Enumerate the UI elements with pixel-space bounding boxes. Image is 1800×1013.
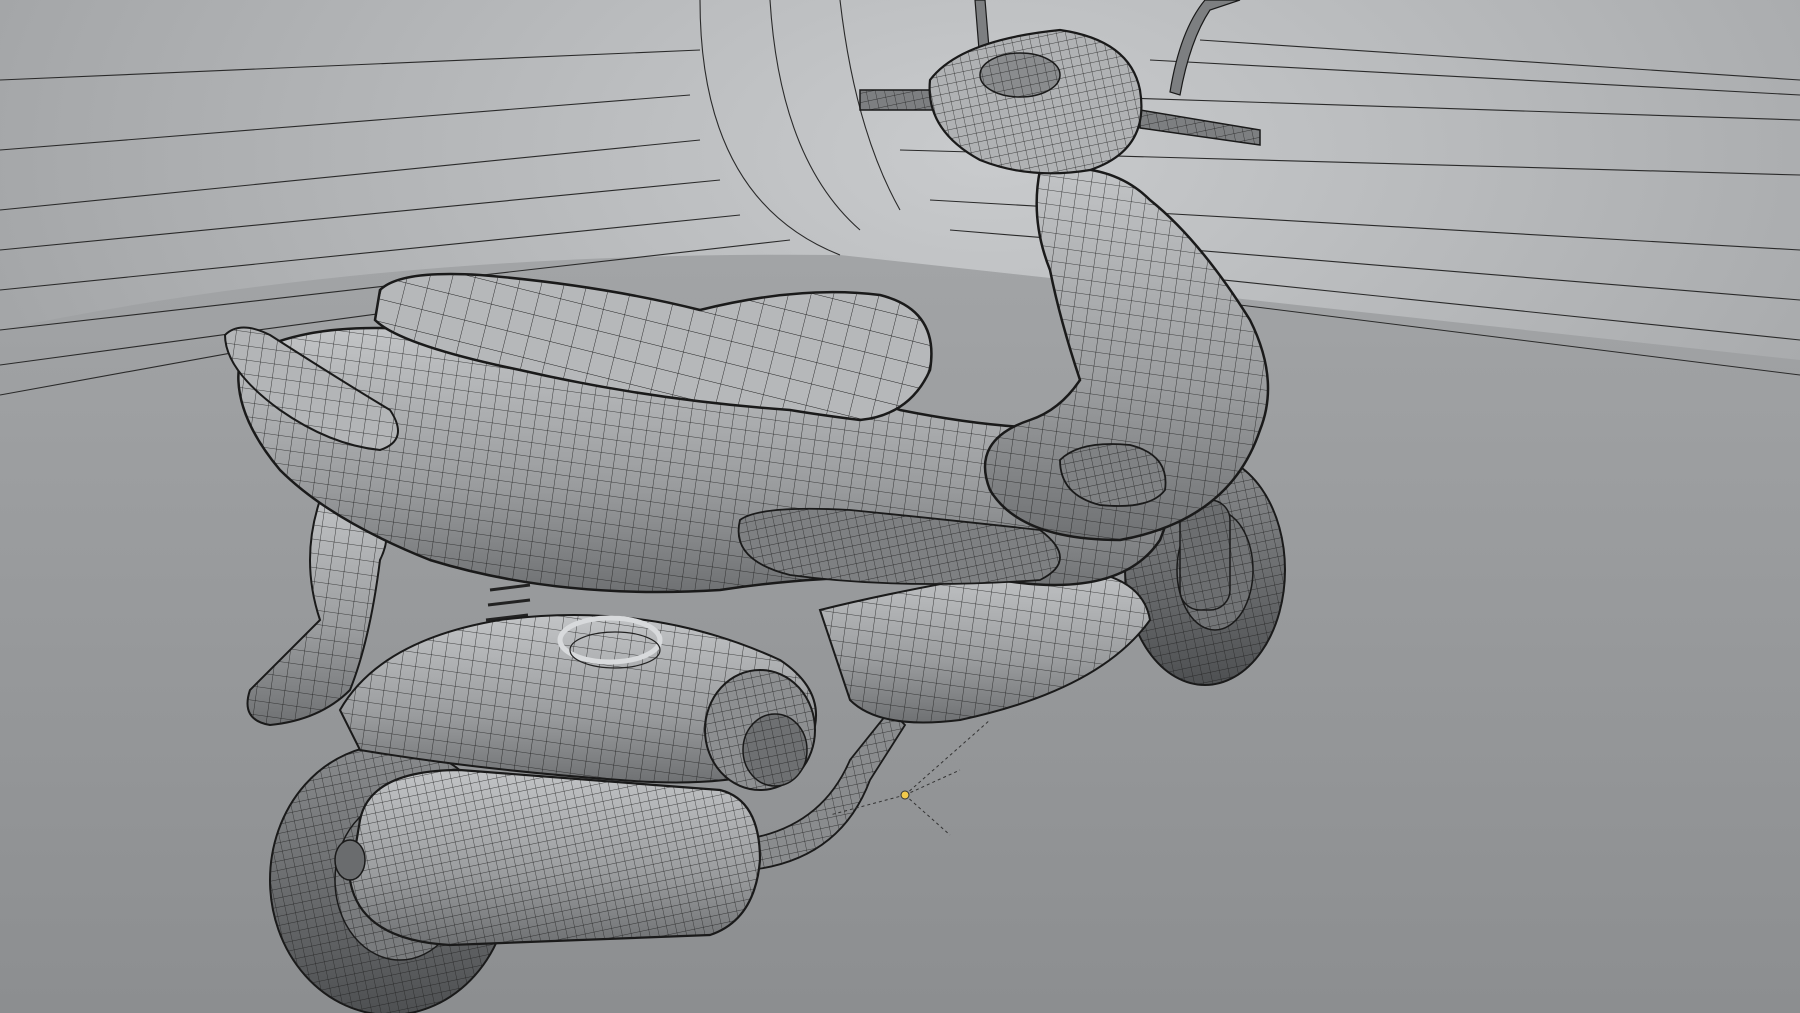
scene-canvas[interactable] [0, 0, 1800, 1013]
muffler [334, 768, 762, 947]
pivot-point[interactable] [900, 790, 910, 800]
3d-viewport[interactable] [0, 0, 1800, 1013]
